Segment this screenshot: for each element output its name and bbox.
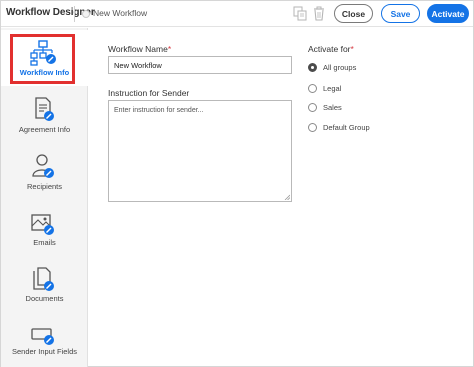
resize-grip-icon[interactable] [284,194,290,200]
recipients-icon [32,154,54,178]
sender-input-fields-icon [31,328,54,345]
sidebar-item-label: Documents [25,294,64,303]
radio-unchecked-icon[interactable] [308,122,317,132]
radio-label: Sales [323,102,342,112]
radio-label: All groups [323,62,357,72]
sidebar-item-emails[interactable]: Emails [1,202,88,258]
sidebar-item-sender-input-fields[interactable]: Sender Input Fields [1,314,88,367]
radio-unchecked-icon[interactable] [308,83,317,93]
instruction-placeholder: Enter instruction for sender... [114,107,204,114]
radio-sales[interactable]: Sales [308,101,342,113]
close-button[interactable]: Close [334,4,373,23]
documents-icon [33,267,54,291]
activate-for-label: Activate for* [308,44,354,54]
radio-label: Default Group [323,122,370,132]
highlight-box [10,34,75,84]
sidebar-item-recipients[interactable]: Recipients [1,145,88,201]
copy-icon[interactable] [293,6,307,21]
radio-checked-icon[interactable] [308,62,317,72]
instruction-label: Instruction for Sender [108,88,190,98]
delete-icon[interactable] [312,6,326,21]
radio-legal[interactable]: Legal [308,82,341,94]
workflow-designer-window: Workflow Designer New Workflow Close Sav… [0,0,474,367]
workflow-name-title: New Workflow [93,8,148,18]
radio-label: Legal [323,83,342,93]
save-button[interactable]: Save [381,4,420,23]
sidebar-item-label: Sender Input Fields [11,347,78,356]
radio-unchecked-icon[interactable] [308,102,317,112]
radio-default-group[interactable]: Default Group [308,121,370,133]
instruction-textarea[interactable]: Enter instruction for sender... [108,100,292,202]
radio-all-groups[interactable]: All groups [308,61,356,73]
activate-button[interactable]: Activate [427,4,469,23]
required-mark: * [167,44,172,54]
sidebar-item-agreement-info[interactable]: Agreement Info [1,88,88,144]
workflow-status-icon [82,10,90,18]
sidebar-item-label: Recipients [26,182,63,191]
sidebar-item-workflow-info[interactable]: Workflow Info [1,30,88,86]
workflow-name-label: Workflow Name* [108,44,172,54]
sidebar-nav: Workflow Info Agreement Info Recipients … [1,28,88,367]
header-divider [74,6,75,22]
workflow-name-input[interactable]: New Workflow [108,56,292,74]
header-bar: Workflow Designer New Workflow Close Sav… [1,1,473,27]
agreement-info-icon [35,97,54,121]
sidebar-item-label: Agreement Info [18,125,71,134]
sidebar-item-documents[interactable]: Documents [1,258,88,314]
required-mark: * [350,44,354,54]
emails-icon [31,214,54,235]
sidebar-item-label: Emails [33,238,56,247]
